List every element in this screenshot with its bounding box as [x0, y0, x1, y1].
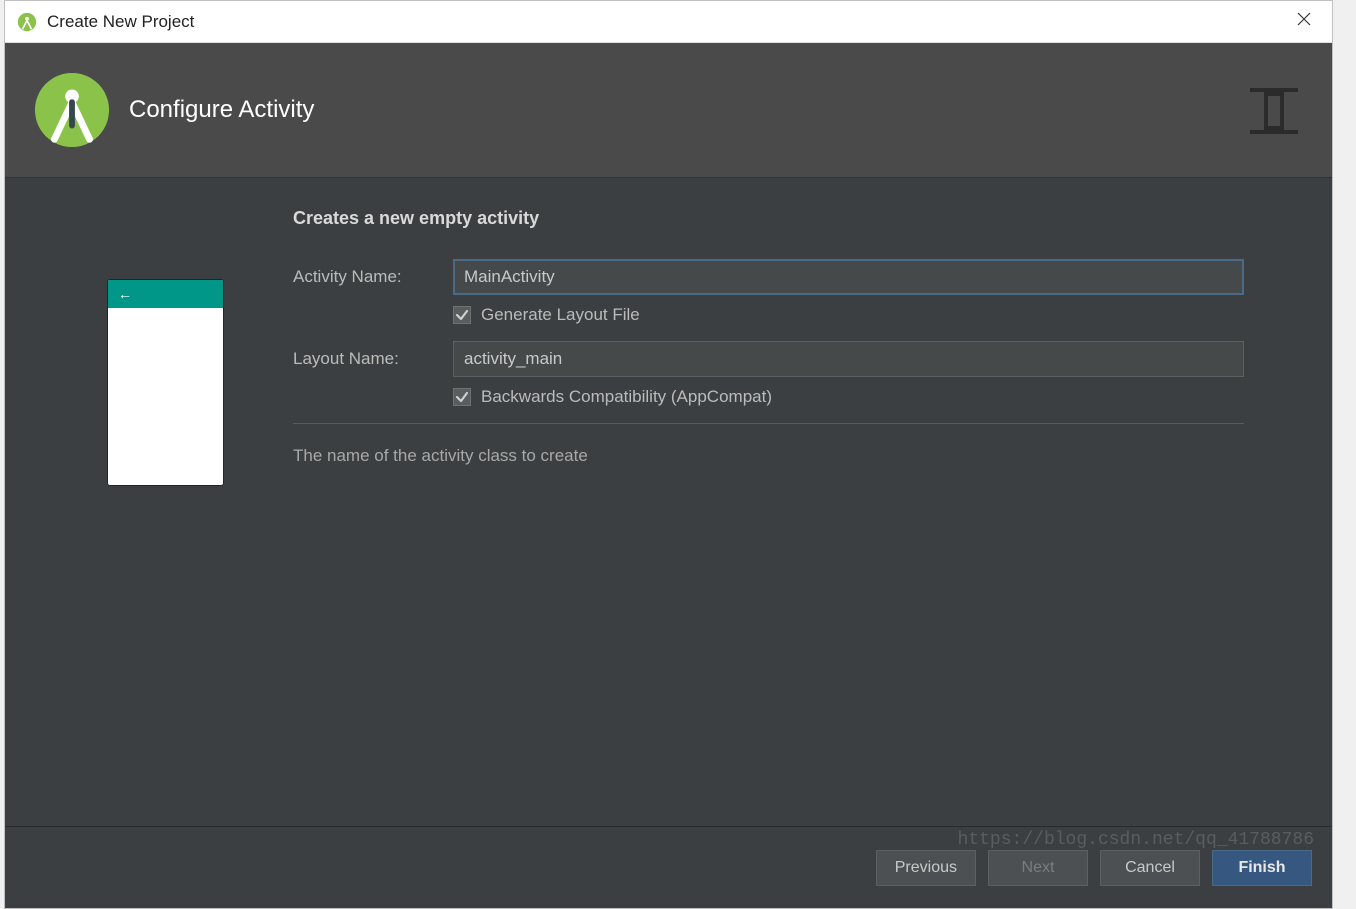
layout-name-label: Layout Name:: [293, 349, 453, 369]
window-title: Create New Project: [47, 12, 1288, 32]
backwards-compat-label: Backwards Compatibility (AppCompat): [481, 387, 772, 407]
activity-name-label: Activity Name:: [293, 267, 453, 287]
generate-layout-label: Generate Layout File: [481, 305, 640, 325]
section-title: Creates a new empty activity: [293, 208, 1244, 229]
generate-layout-checkbox[interactable]: [453, 306, 471, 324]
form-column: Creates a new empty activity Activity Na…: [293, 208, 1304, 826]
wizard-header: Configure Activity: [5, 43, 1332, 178]
generate-layout-row: Generate Layout File: [453, 305, 1244, 325]
help-text: The name of the activity class to create: [293, 446, 1244, 466]
layout-name-input[interactable]: [453, 341, 1244, 377]
backwards-compat-checkbox[interactable]: [453, 388, 471, 406]
wizard-footer: Previous Next Cancel Finish: [5, 826, 1332, 908]
preview-column: ←: [33, 208, 293, 826]
titlebar: Create New Project: [5, 1, 1332, 43]
phone-preview: ←: [108, 280, 223, 485]
activity-name-row: Activity Name:: [293, 259, 1244, 295]
close-icon[interactable]: [1288, 6, 1320, 37]
backwards-compat-row: Backwards Compatibility (AppCompat): [453, 387, 1244, 407]
cancel-button[interactable]: Cancel: [1100, 850, 1200, 886]
layout-name-row: Layout Name:: [293, 341, 1244, 377]
finish-button[interactable]: Finish: [1212, 850, 1312, 886]
help-area: The name of the activity class to create: [293, 423, 1244, 506]
phone-appbar: ←: [108, 280, 223, 308]
previous-button[interactable]: Previous: [876, 850, 976, 886]
back-arrow-icon: ←: [118, 286, 132, 302]
phone-template-icon: [1244, 80, 1304, 140]
android-studio-logo-icon: [33, 71, 111, 149]
wizard-title: Configure Activity: [129, 96, 1244, 124]
dialog-window: Create New Project Configure Activity: [4, 0, 1333, 909]
next-button[interactable]: Next: [988, 850, 1088, 886]
activity-name-input[interactable]: [453, 259, 1244, 295]
android-studio-icon: [17, 12, 37, 32]
wizard-content: ← Creates a new empty activity Activity …: [5, 178, 1332, 908]
